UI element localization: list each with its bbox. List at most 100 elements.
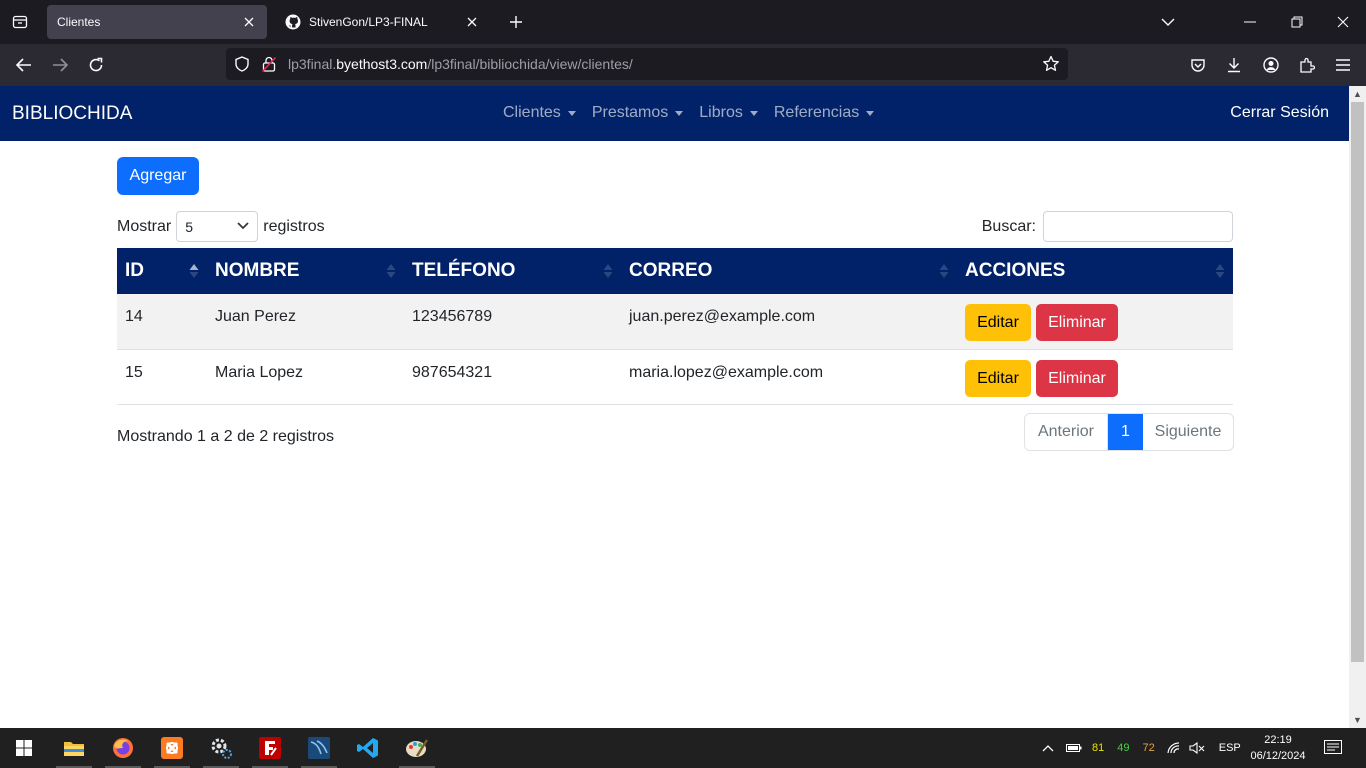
- column-header-id[interactable]: ID: [117, 248, 207, 294]
- file-explorer-icon[interactable]: [54, 728, 94, 768]
- minimize-icon[interactable]: [1238, 10, 1262, 34]
- edit-button[interactable]: Editar: [965, 304, 1031, 341]
- column-label: TELÉFONO: [412, 260, 516, 281]
- pagination-prev[interactable]: Anterior: [1025, 414, 1108, 450]
- close-tab-icon[interactable]: [241, 14, 257, 30]
- add-button[interactable]: Agregar: [117, 157, 199, 195]
- shield-icon[interactable]: [234, 56, 250, 72]
- main-menu: Clientes Prestamos Libros Referencias: [503, 104, 890, 122]
- paint-icon[interactable]: [397, 728, 437, 768]
- volume-muted-icon[interactable]: [1189, 742, 1205, 754]
- clock-time: 22:19: [1264, 734, 1292, 746]
- caret-down-icon: [567, 110, 576, 116]
- cell-correo: maria.lopez@example.com: [629, 363, 824, 381]
- tray-monitor-value: 49: [1117, 742, 1130, 754]
- tab-github[interactable]: StivenGon/LP3-FINAL: [275, 5, 490, 39]
- menu-libros[interactable]: Libros: [699, 104, 758, 122]
- delete-button[interactable]: Eliminar: [1036, 359, 1118, 397]
- sort-icon: [603, 264, 613, 278]
- cell-acciones: Editar Eliminar: [957, 349, 1233, 404]
- table-header-row: ID NOMBRE TELÉFONO CORREO ACCIONES: [117, 248, 1233, 294]
- column-header-nombre[interactable]: NOMBRE: [207, 248, 404, 294]
- chevron-up-icon[interactable]: [1042, 744, 1054, 752]
- vscode-icon[interactable]: [348, 728, 388, 768]
- cell-correo: juan.perez@example.com: [629, 308, 816, 325]
- cell-nombre: Maria Lopez: [215, 363, 304, 381]
- system-tray: 81 49 72 ESP: [1042, 728, 1241, 768]
- cell-telefono: 123456789: [412, 308, 493, 325]
- logout-link[interactable]: Cerrar Sesión: [1230, 104, 1329, 122]
- page-viewport: BIBLIOCHIDA Clientes Prestamos Libros Re…: [0, 86, 1349, 728]
- restore-icon[interactable]: [1285, 10, 1309, 34]
- forward-arrow-icon[interactable]: [47, 52, 73, 78]
- bookmark-star-icon[interactable]: [1042, 55, 1060, 73]
- xampp-icon[interactable]: [152, 728, 192, 768]
- cell-acciones: Editar Eliminar: [957, 294, 1233, 349]
- search-input[interactable]: [1043, 211, 1233, 242]
- reload-icon[interactable]: [83, 52, 109, 78]
- url-path: /lp3final/bibliochida/view/clientes/: [427, 56, 633, 72]
- sort-icon: [939, 264, 949, 278]
- scrollbar-thumb[interactable]: [1351, 102, 1364, 662]
- column-header-correo[interactable]: CORREO: [621, 248, 957, 294]
- url-bar[interactable]: lp3final.byethost3.com/lp3final/biblioch…: [226, 48, 1068, 80]
- close-tab-icon[interactable]: [464, 14, 480, 30]
- scroll-down-icon[interactable]: ▼: [1349, 712, 1366, 728]
- chevron-down-icon[interactable]: [1156, 10, 1180, 34]
- caret-down-icon: [866, 110, 875, 116]
- menu-referencias[interactable]: Referencias: [774, 104, 875, 122]
- settings-gear-icon[interactable]: [201, 728, 241, 768]
- pagination-page-current[interactable]: 1: [1108, 414, 1143, 450]
- column-header-telefono[interactable]: TELÉFONO: [404, 248, 621, 294]
- scroll-up-icon[interactable]: ▲: [1349, 86, 1366, 102]
- download-icon[interactable]: [1222, 53, 1246, 77]
- pocket-icon[interactable]: [1186, 53, 1210, 77]
- menu-prestamos[interactable]: Prestamos: [592, 104, 684, 122]
- battery-icon[interactable]: [1066, 743, 1082, 753]
- length-prefix: Mostrar: [117, 217, 172, 235]
- filezilla-icon[interactable]: [250, 728, 290, 768]
- notifications-icon[interactable]: [1313, 728, 1353, 768]
- language-indicator[interactable]: ESP: [1219, 742, 1241, 754]
- url-text: lp3final.byethost3.com/lp3final/biblioch…: [288, 56, 633, 72]
- tray-monitor-value: 72: [1142, 742, 1155, 754]
- edit-button[interactable]: Editar: [965, 359, 1031, 397]
- tab-clientes[interactable]: Clientes: [47, 5, 267, 39]
- search-label: Buscar:: [981, 217, 1036, 235]
- url-prefix: lp3final.: [288, 56, 337, 72]
- delete-button[interactable]: Eliminar: [1036, 304, 1118, 341]
- close-window-icon[interactable]: [1331, 10, 1355, 34]
- browser-tab-strip: Clientes StivenGon/LP3-FINAL: [0, 0, 1366, 44]
- menu-hamburger-icon[interactable]: [1331, 53, 1355, 77]
- site-brand[interactable]: BIBLIOCHIDA: [12, 103, 132, 125]
- new-tab-icon[interactable]: [504, 10, 528, 34]
- sort-icon: [386, 264, 396, 278]
- column-label: ID: [125, 260, 144, 281]
- length-suffix: registros: [263, 217, 325, 235]
- firefox-icon[interactable]: [103, 728, 143, 768]
- page-length-select[interactable]: 5: [176, 211, 259, 242]
- menu-clientes[interactable]: Clientes: [503, 104, 576, 122]
- column-header-acciones[interactable]: ACCIONES: [957, 248, 1233, 294]
- column-label: NOMBRE: [215, 260, 300, 281]
- windows-start-icon[interactable]: [4, 728, 44, 768]
- insecure-lock-icon[interactable]: [262, 56, 276, 72]
- table-info: Mostrando 1 a 2 de 2 registros: [117, 428, 335, 445]
- caret-down-icon: [675, 110, 684, 116]
- tab-list-icon[interactable]: [8, 10, 32, 34]
- pagination: Anterior 1 Siguiente: [1024, 413, 1234, 451]
- menu-label: Clientes: [503, 104, 561, 121]
- page-scrollbar[interactable]: ▲ ▼: [1349, 86, 1366, 728]
- cell-nombre: Juan Perez: [215, 308, 296, 325]
- github-icon: [285, 14, 301, 30]
- taskbar-clock[interactable]: 22:19 06/12/2024: [1248, 732, 1308, 764]
- pagination-next[interactable]: Siguiente: [1143, 414, 1233, 450]
- account-icon[interactable]: [1259, 53, 1283, 77]
- tab-label: Clientes: [57, 15, 101, 29]
- extensions-icon[interactable]: [1295, 53, 1319, 77]
- mysql-workbench-icon[interactable]: [299, 728, 339, 768]
- back-arrow-icon[interactable]: [11, 52, 37, 78]
- menu-label: Libros: [699, 104, 743, 121]
- windows-taskbar: 81 49 72 ESP 22:19 06/12/2024: [0, 728, 1366, 768]
- wifi-icon[interactable]: [1167, 742, 1181, 754]
